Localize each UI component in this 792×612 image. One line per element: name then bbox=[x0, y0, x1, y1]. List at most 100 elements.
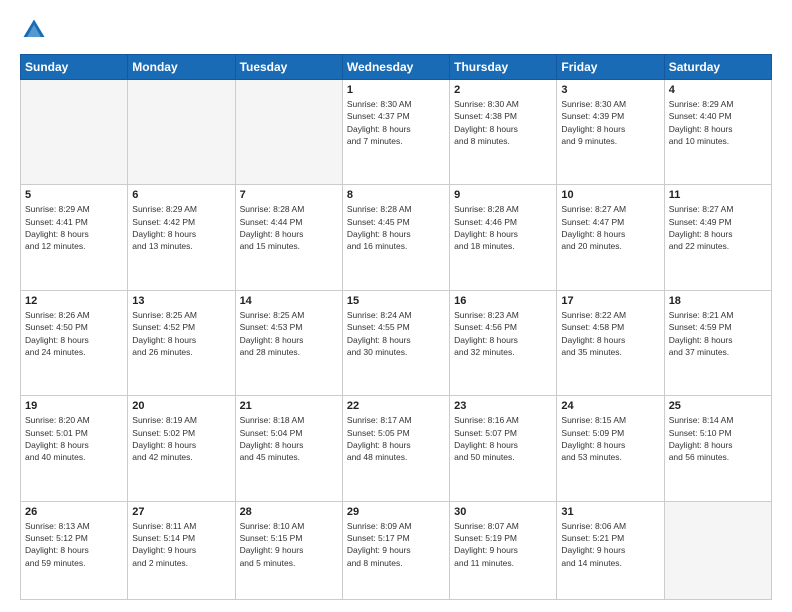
calendar-cell: 23 Sunrise: 8:16 AM Sunset: 5:07 PM Dayli… bbox=[450, 396, 557, 501]
day-info: Sunrise: 8:30 AM Sunset: 4:39 PM Dayligh… bbox=[561, 98, 659, 147]
calendar-cell: 10Sunrise: 8:27 AM Sunset: 4:47 PM Dayli… bbox=[557, 185, 664, 290]
day-number: 8 bbox=[347, 189, 445, 201]
day-info: Sunrise: 8:29 AM Sunset: 4:40 PM Dayligh… bbox=[669, 98, 767, 147]
calendar-cell: 2 Sunrise: 8:30 AM Sunset: 4:38 PM Daylig… bbox=[450, 80, 557, 185]
day-info: Sunrise: 8:30 AM Sunset: 4:38 PM Dayligh… bbox=[454, 98, 552, 147]
day-number: 6 bbox=[132, 189, 230, 201]
calendar-cell: 9Sunrise: 8:28 AM Sunset: 4:46 PM Daylig… bbox=[450, 185, 557, 290]
calendar-cell: 31 Sunrise: 8:06 AM Sunset: 5:21 PM Dayli… bbox=[557, 501, 664, 599]
day-info: Sunrise: 8:10 AM Sunset: 5:15 PM Dayligh… bbox=[240, 520, 338, 569]
day-info: Sunrise: 8:26 AM Sunset: 4:50 PM Dayligh… bbox=[25, 309, 123, 358]
calendar-cell: 24 Sunrise: 8:15 AM Sunset: 5:09 PM Dayli… bbox=[557, 396, 664, 501]
calendar-cell: 22 Sunrise: 8:17 AM Sunset: 5:05 PM Dayli… bbox=[342, 396, 449, 501]
day-info: Sunrise: 8:23 AM Sunset: 4:56 PM Dayligh… bbox=[454, 309, 552, 358]
calendar-cell: 11 Sunrise: 8:27 AM Sunset: 4:49 PM Dayli… bbox=[664, 185, 771, 290]
calendar-cell bbox=[21, 80, 128, 185]
calendar-cell: 26 Sunrise: 8:13 AM Sunset: 5:12 PM Dayli… bbox=[21, 501, 128, 599]
day-number: 9 bbox=[454, 189, 552, 201]
day-number: 19 bbox=[25, 400, 123, 412]
calendar-cell: 6 Sunrise: 8:29 AM Sunset: 4:42 PM Daylig… bbox=[128, 185, 235, 290]
day-number: 18 bbox=[669, 295, 767, 307]
day-number: 27 bbox=[132, 506, 230, 518]
day-number: 21 bbox=[240, 400, 338, 412]
calendar-cell: 14 Sunrise: 8:25 AM Sunset: 4:53 PM Dayli… bbox=[235, 290, 342, 395]
day-number: 24 bbox=[561, 400, 659, 412]
day-info: Sunrise: 8:18 AM Sunset: 5:04 PM Dayligh… bbox=[240, 414, 338, 463]
day-number: 11 bbox=[669, 189, 767, 201]
day-info: Sunrise: 8:19 AM Sunset: 5:02 PM Dayligh… bbox=[132, 414, 230, 463]
day-number: 14 bbox=[240, 295, 338, 307]
day-info: Sunrise: 8:30 AM Sunset: 4:37 PM Dayligh… bbox=[347, 98, 445, 147]
calendar-cell: 3 Sunrise: 8:30 AM Sunset: 4:39 PM Daylig… bbox=[557, 80, 664, 185]
day-number: 3 bbox=[561, 84, 659, 96]
day-number: 25 bbox=[669, 400, 767, 412]
day-info: Sunrise: 8:27 AM Sunset: 4:47 PM Dayligh… bbox=[561, 203, 659, 252]
day-info: Sunrise: 8:28 AM Sunset: 4:44 PM Dayligh… bbox=[240, 203, 338, 252]
weekday-header: Friday bbox=[557, 55, 664, 80]
calendar-cell: 13 Sunrise: 8:25 AM Sunset: 4:52 PM Dayli… bbox=[128, 290, 235, 395]
day-info: Sunrise: 8:22 AM Sunset: 4:58 PM Dayligh… bbox=[561, 309, 659, 358]
day-info: Sunrise: 8:13 AM Sunset: 5:12 PM Dayligh… bbox=[25, 520, 123, 569]
calendar-cell: 5 Sunrise: 8:29 AM Sunset: 4:41 PM Daylig… bbox=[21, 185, 128, 290]
day-number: 7 bbox=[240, 189, 338, 201]
day-info: Sunrise: 8:07 AM Sunset: 5:19 PM Dayligh… bbox=[454, 520, 552, 569]
calendar-cell: 17 Sunrise: 8:22 AM Sunset: 4:58 PM Dayli… bbox=[557, 290, 664, 395]
day-info: Sunrise: 8:20 AM Sunset: 5:01 PM Dayligh… bbox=[25, 414, 123, 463]
logo bbox=[20, 16, 52, 44]
day-number: 22 bbox=[347, 400, 445, 412]
day-info: Sunrise: 8:09 AM Sunset: 5:17 PM Dayligh… bbox=[347, 520, 445, 569]
day-info: Sunrise: 8:06 AM Sunset: 5:21 PM Dayligh… bbox=[561, 520, 659, 569]
day-info: Sunrise: 8:17 AM Sunset: 5:05 PM Dayligh… bbox=[347, 414, 445, 463]
day-number: 16 bbox=[454, 295, 552, 307]
day-number: 29 bbox=[347, 506, 445, 518]
day-info: Sunrise: 8:29 AM Sunset: 4:42 PM Dayligh… bbox=[132, 203, 230, 252]
weekday-header: Monday bbox=[128, 55, 235, 80]
day-info: Sunrise: 8:15 AM Sunset: 5:09 PM Dayligh… bbox=[561, 414, 659, 463]
calendar-cell: 25 Sunrise: 8:14 AM Sunset: 5:10 PM Dayli… bbox=[664, 396, 771, 501]
day-info: Sunrise: 8:14 AM Sunset: 5:10 PM Dayligh… bbox=[669, 414, 767, 463]
calendar-cell bbox=[664, 501, 771, 599]
day-info: Sunrise: 8:29 AM Sunset: 4:41 PM Dayligh… bbox=[25, 203, 123, 252]
weekday-header: Saturday bbox=[664, 55, 771, 80]
day-info: Sunrise: 8:25 AM Sunset: 4:52 PM Dayligh… bbox=[132, 309, 230, 358]
weekday-header: Sunday bbox=[21, 55, 128, 80]
day-number: 30 bbox=[454, 506, 552, 518]
day-number: 15 bbox=[347, 295, 445, 307]
generalblue-icon bbox=[20, 16, 48, 44]
day-number: 2 bbox=[454, 84, 552, 96]
day-number: 5 bbox=[25, 189, 123, 201]
calendar-cell bbox=[128, 80, 235, 185]
day-number: 28 bbox=[240, 506, 338, 518]
day-number: 26 bbox=[25, 506, 123, 518]
calendar-cell: 1Sunrise: 8:30 AM Sunset: 4:37 PM Daylig… bbox=[342, 80, 449, 185]
day-info: Sunrise: 8:27 AM Sunset: 4:49 PM Dayligh… bbox=[669, 203, 767, 252]
day-number: 12 bbox=[25, 295, 123, 307]
calendar-cell: 19 Sunrise: 8:20 AM Sunset: 5:01 PM Dayli… bbox=[21, 396, 128, 501]
day-number: 23 bbox=[454, 400, 552, 412]
calendar-cell: 27 Sunrise: 8:11 AM Sunset: 5:14 PM Dayli… bbox=[128, 501, 235, 599]
day-number: 20 bbox=[132, 400, 230, 412]
day-info: Sunrise: 8:21 AM Sunset: 4:59 PM Dayligh… bbox=[669, 309, 767, 358]
calendar-cell: 4 Sunrise: 8:29 AM Sunset: 4:40 PM Daylig… bbox=[664, 80, 771, 185]
calendar-cell: 21 Sunrise: 8:18 AM Sunset: 5:04 PM Dayli… bbox=[235, 396, 342, 501]
calendar-cell: 7 Sunrise: 8:28 AM Sunset: 4:44 PM Daylig… bbox=[235, 185, 342, 290]
weekday-header: Thursday bbox=[450, 55, 557, 80]
day-number: 31 bbox=[561, 506, 659, 518]
day-info: Sunrise: 8:16 AM Sunset: 5:07 PM Dayligh… bbox=[454, 414, 552, 463]
weekday-header: Tuesday bbox=[235, 55, 342, 80]
day-number: 13 bbox=[132, 295, 230, 307]
calendar-cell: 16 Sunrise: 8:23 AM Sunset: 4:56 PM Dayli… bbox=[450, 290, 557, 395]
calendar-cell: 18 Sunrise: 8:21 AM Sunset: 4:59 PM Dayli… bbox=[664, 290, 771, 395]
day-number: 4 bbox=[669, 84, 767, 96]
calendar-cell: 28 Sunrise: 8:10 AM Sunset: 5:15 PM Dayli… bbox=[235, 501, 342, 599]
calendar-cell: 15Sunrise: 8:24 AM Sunset: 4:55 PM Dayli… bbox=[342, 290, 449, 395]
weekday-header: Wednesday bbox=[342, 55, 449, 80]
day-info: Sunrise: 8:11 AM Sunset: 5:14 PM Dayligh… bbox=[132, 520, 230, 569]
calendar-cell: 29 Sunrise: 8:09 AM Sunset: 5:17 PM Dayli… bbox=[342, 501, 449, 599]
day-info: Sunrise: 8:25 AM Sunset: 4:53 PM Dayligh… bbox=[240, 309, 338, 358]
page: SundayMondayTuesdayWednesdayThursdayFrid… bbox=[0, 0, 792, 612]
calendar-cell: 30 Sunrise: 8:07 AM Sunset: 5:19 PM Dayli… bbox=[450, 501, 557, 599]
header bbox=[20, 16, 772, 44]
day-number: 17 bbox=[561, 295, 659, 307]
day-info: Sunrise: 8:28 AM Sunset: 4:45 PM Dayligh… bbox=[347, 203, 445, 252]
